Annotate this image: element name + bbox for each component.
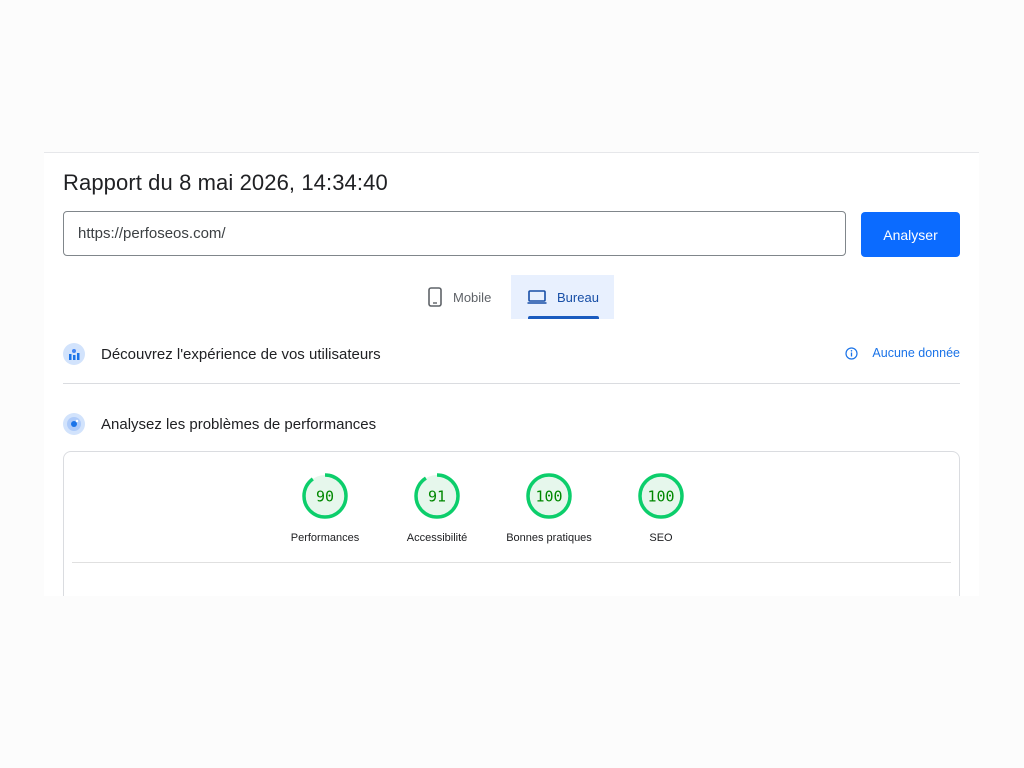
users-experience-icon	[63, 343, 85, 365]
no-data-link[interactable]: Aucune donnée	[845, 346, 960, 360]
page-title: Rapport du 8 mai 2026, 14:34:40	[63, 170, 388, 195]
tab-desktop-label: Bureau	[557, 289, 599, 305]
score-gauge-performance[interactable]: 90 Performances	[270, 472, 380, 544]
lab-data-title: Analysez les problèmes de performances	[101, 415, 377, 433]
tab-desktop[interactable]: Bureau	[511, 275, 614, 319]
field-data-title: Découvrez l'expérience de vos utilisateu…	[101, 345, 381, 363]
score-label: Performances	[290, 532, 360, 544]
score-label: Bonnes pratiques	[506, 532, 592, 544]
url-input[interactable]	[63, 211, 846, 256]
gauge-ring: 100	[526, 473, 572, 519]
tab-mobile-label: Mobile	[453, 289, 492, 305]
score-gauge-accessibility[interactable]: 91 Accessibilité	[382, 472, 492, 544]
tab-active-indicator	[528, 316, 599, 319]
score-gauge-best-practices[interactable]: 100 Bonnes pratiques	[494, 472, 604, 544]
score-value: 91	[428, 488, 446, 506]
no-data-label: Aucune donnée	[872, 346, 960, 360]
score-gauge-seo[interactable]: 100 SEO	[606, 472, 716, 544]
diagnose-icon	[63, 413, 85, 435]
score-label: SEO	[649, 532, 673, 544]
score-value: 100	[647, 488, 674, 506]
score-value: 100	[535, 488, 562, 506]
gauge-ring: 91	[414, 473, 460, 519]
score-label: Accessibilité	[406, 532, 468, 544]
scores-divider	[72, 562, 951, 563]
gauge-ring: 100	[638, 473, 684, 519]
gauge-ring: 90	[302, 473, 348, 519]
section-divider	[63, 383, 960, 384]
field-data-header: Découvrez l'expérience de vos utilisateu…	[63, 343, 381, 365]
tab-mobile[interactable]: Mobile	[411, 275, 511, 319]
smartphone-icon	[427, 287, 443, 307]
lab-data-header: Analysez les problèmes de performances	[63, 413, 376, 435]
info-icon	[845, 346, 859, 360]
analyze-button[interactable]: Analyser	[861, 212, 960, 257]
laptop-icon	[527, 289, 547, 305]
scores-card: 90 Performances 91 Accessibilité 100 Bon…	[63, 451, 960, 596]
score-value: 90	[316, 488, 334, 506]
report-panel: Rapport du 8 mai 2026, 14:34:40 Analyser…	[44, 152, 979, 596]
